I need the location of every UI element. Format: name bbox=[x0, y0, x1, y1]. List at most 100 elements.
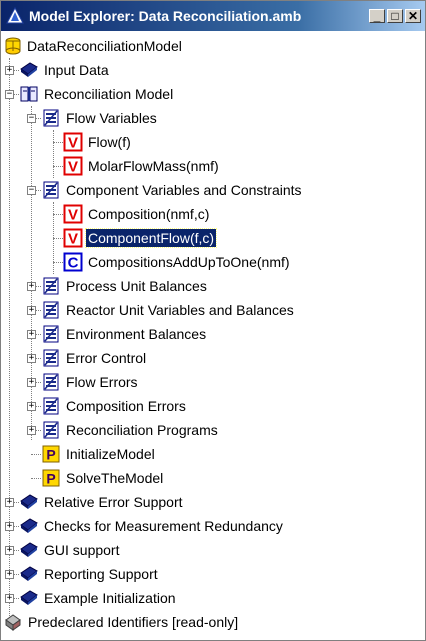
tree-node[interactable]: V ComponentFlow(f,c) bbox=[1, 226, 425, 250]
expand-toggle[interactable]: + bbox=[5, 594, 14, 603]
svg-text:P: P bbox=[46, 471, 55, 487]
tree-node-label[interactable]: Checks for Measurement Redundancy bbox=[42, 517, 285, 535]
variable-icon: V bbox=[63, 204, 83, 224]
tree-node-label[interactable]: Flow Variables bbox=[64, 109, 159, 127]
tree-node[interactable]: + Input Data bbox=[1, 58, 425, 82]
tree-node-label[interactable]: Predeclared Identifiers [read-only] bbox=[26, 613, 240, 631]
tree-node[interactable]: + GUI support bbox=[1, 538, 425, 562]
tree-node-label[interactable]: MolarFlowMass(nmf) bbox=[86, 157, 221, 175]
tree-root-label[interactable]: DataReconciliationModel bbox=[25, 37, 184, 55]
book-icon bbox=[19, 492, 39, 512]
expand-toggle[interactable]: + bbox=[5, 546, 14, 555]
expand-toggle[interactable]: + bbox=[5, 66, 14, 75]
procedure-icon: P bbox=[41, 468, 61, 488]
collapse-toggle[interactable]: − bbox=[27, 186, 36, 195]
svg-text:V: V bbox=[68, 159, 78, 176]
declaration-section-icon bbox=[41, 348, 61, 368]
tree-connector bbox=[31, 454, 41, 455]
declaration-section-icon bbox=[41, 396, 61, 416]
tree-node-label[interactable]: CompositionsAddUpToOne(nmf) bbox=[86, 253, 292, 271]
tree-node-label[interactable]: Reporting Support bbox=[42, 565, 160, 583]
tree-node[interactable]: + Reconciliation Programs bbox=[1, 418, 425, 442]
tree-node[interactable]: P SolveTheModel bbox=[1, 466, 425, 490]
expand-toggle[interactable]: + bbox=[27, 306, 36, 315]
tree-node[interactable]: P InitializeModel bbox=[1, 442, 425, 466]
tree-node[interactable]: + Checks for Measurement Redundancy bbox=[1, 514, 425, 538]
tree-node-label[interactable]: Flow(f) bbox=[86, 133, 133, 151]
expand-toggle[interactable]: + bbox=[5, 570, 14, 579]
declaration-section-icon bbox=[41, 324, 61, 344]
svg-text:V: V bbox=[68, 231, 78, 248]
tree-node[interactable]: Predeclared Identifiers [read-only] bbox=[1, 610, 425, 634]
tree-node[interactable]: + Error Control bbox=[1, 346, 425, 370]
book-icon bbox=[19, 564, 39, 584]
model-tree[interactable]: DataReconciliationModel + Input Data − Reco… bbox=[1, 32, 425, 640]
declaration-section-icon bbox=[41, 420, 61, 440]
expand-toggle[interactable]: + bbox=[27, 378, 36, 387]
declaration-section-icon bbox=[41, 180, 61, 200]
open-book-icon bbox=[19, 84, 39, 104]
tree-node[interactable]: − Reconciliation Model bbox=[1, 82, 425, 106]
aimms-app-icon bbox=[6, 7, 24, 24]
variable-icon: V bbox=[63, 156, 83, 176]
tree-root[interactable]: DataReconciliationModel bbox=[1, 34, 425, 58]
declaration-section-icon bbox=[41, 108, 61, 128]
tree-connector bbox=[53, 214, 63, 215]
expand-toggle[interactable]: + bbox=[5, 522, 14, 531]
close-button[interactable]: ✕ bbox=[405, 9, 421, 23]
tree-node-label[interactable]: Process Unit Balances bbox=[64, 277, 209, 295]
svg-text:V: V bbox=[68, 207, 78, 224]
tree-node-label[interactable]: Reactor Unit Variables and Balances bbox=[64, 301, 296, 319]
tree-connector bbox=[53, 166, 63, 167]
collapse-toggle[interactable]: − bbox=[27, 114, 36, 123]
variable-icon: V bbox=[63, 228, 83, 248]
tree-node-label[interactable]: InitializeModel bbox=[64, 445, 157, 463]
variable-icon: V bbox=[63, 132, 83, 152]
tree-node[interactable]: + Composition Errors bbox=[1, 394, 425, 418]
tree-node[interactable]: C CompositionsAddUpToOne(nmf) bbox=[1, 250, 425, 274]
tree-node[interactable]: + Relative Error Support bbox=[1, 490, 425, 514]
expand-toggle[interactable]: + bbox=[27, 402, 36, 411]
expand-toggle[interactable]: + bbox=[27, 282, 36, 291]
tree-node-label[interactable]: Composition(nmf,c) bbox=[86, 205, 211, 223]
tree-connector bbox=[53, 238, 63, 239]
tree-node[interactable]: + Reactor Unit Variables and Balances bbox=[1, 298, 425, 322]
tree-node[interactable]: V Flow(f) bbox=[1, 130, 425, 154]
tree-node-label[interactable]: Component Variables and Constraints bbox=[64, 181, 304, 199]
tree-node-label[interactable]: Composition Errors bbox=[64, 397, 188, 415]
tree-node[interactable]: − Flow Variables bbox=[1, 106, 425, 130]
tree-node[interactable]: − Component Variables and Constraints bbox=[1, 178, 425, 202]
tree-node-label[interactable]: GUI support bbox=[42, 541, 121, 559]
expand-toggle[interactable]: + bbox=[5, 498, 14, 507]
tree-node-label[interactable]: Reconciliation Programs bbox=[64, 421, 220, 439]
tree-node-label[interactable]: SolveTheModel bbox=[64, 469, 165, 487]
declaration-section-icon bbox=[41, 276, 61, 296]
minimize-button[interactable]: _ bbox=[369, 9, 385, 23]
maximize-button[interactable]: □ bbox=[387, 9, 403, 23]
tree-node[interactable]: + Flow Errors bbox=[1, 370, 425, 394]
tree-node-label[interactable]: Input Data bbox=[42, 61, 111, 79]
tree-node-label[interactable]: Flow Errors bbox=[64, 373, 140, 391]
tree-node-label[interactable]: Error Control bbox=[64, 349, 148, 367]
tree-node[interactable]: + Environment Balances bbox=[1, 322, 425, 346]
expand-toggle[interactable]: + bbox=[27, 354, 36, 363]
expand-toggle[interactable]: + bbox=[27, 330, 36, 339]
tree-node[interactable]: + Example Initialization bbox=[1, 586, 425, 610]
book-icon bbox=[19, 588, 39, 608]
collapse-toggle[interactable]: − bbox=[5, 90, 14, 99]
tree-node-label[interactable]: ComponentFlow(f,c) bbox=[84, 228, 218, 248]
tree-connector bbox=[53, 142, 63, 143]
title-bar[interactable]: Model Explorer: Data Reconciliation.amb … bbox=[1, 1, 425, 31]
svg-text:P: P bbox=[46, 447, 55, 463]
tree-node-label[interactable]: Example Initialization bbox=[42, 589, 178, 607]
tree-node[interactable]: V MolarFlowMass(nmf) bbox=[1, 154, 425, 178]
tree-node-label[interactable]: Reconciliation Model bbox=[42, 85, 175, 103]
tree-node-label[interactable]: Relative Error Support bbox=[42, 493, 185, 511]
declaration-section-icon bbox=[41, 372, 61, 392]
tree-node[interactable]: V Composition(nmf,c) bbox=[1, 202, 425, 226]
tree-node[interactable]: + Process Unit Balances bbox=[1, 274, 425, 298]
tree-node[interactable]: + Reporting Support bbox=[1, 562, 425, 586]
expand-toggle[interactable]: + bbox=[27, 426, 36, 435]
tree-node-label[interactable]: Environment Balances bbox=[64, 325, 208, 343]
procedure-icon: P bbox=[41, 444, 61, 464]
